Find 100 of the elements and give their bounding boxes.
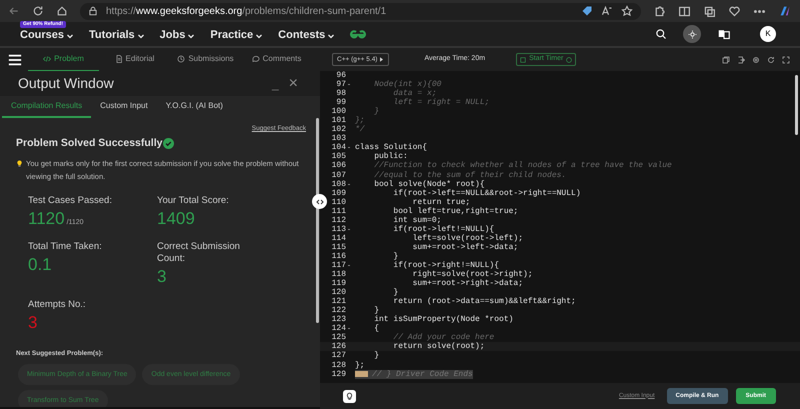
output-tab[interactable]: Compilation Results	[2, 96, 92, 118]
code-line: // Add your code here	[392, 333, 494, 342]
split-screen-icon[interactable]	[678, 4, 691, 18]
stat-label: Your Total Score:	[157, 194, 230, 206]
stat-value: 0.1	[28, 254, 52, 276]
code-line: class Solution{	[355, 143, 428, 152]
menu-icon[interactable]	[8, 52, 22, 66]
settings-icon[interactable]	[752, 56, 760, 64]
code-line: sum+=root->right->data;	[412, 279, 524, 288]
clock-icon	[177, 55, 186, 63]
line-number: 120	[330, 288, 346, 298]
fold-marker[interactable]	[348, 228, 350, 230]
line-number: 98	[335, 89, 346, 98]
caret-icon	[327, 32, 336, 40]
check-circle-icon	[163, 138, 174, 150]
line-number: 124	[330, 324, 346, 334]
extensions-icon[interactable]	[653, 4, 666, 18]
lock-icon[interactable]	[88, 6, 98, 16]
stat-value: 3	[157, 266, 166, 288]
output-tab[interactable]: Y.O.G.I. (AI Bot)	[156, 96, 232, 118]
code-line: public:	[373, 152, 408, 162]
line-number: 106	[330, 161, 346, 171]
line-number: 97	[335, 80, 346, 90]
code-line: {	[373, 324, 380, 334]
code-line: int isSumProperty(Node *root)	[373, 315, 514, 324]
close-button[interactable]: ×	[288, 76, 298, 92]
home-icon[interactable]	[56, 5, 68, 17]
reset-icon[interactable]	[767, 56, 775, 64]
sun-icon	[688, 30, 696, 38]
line-number: 105	[330, 152, 346, 162]
nav-menu[interactable]: Jobs	[160, 27, 196, 44]
line-number: 117	[330, 260, 346, 270]
fullscreen-icon[interactable]	[782, 56, 790, 64]
search-icon[interactable]	[655, 28, 667, 40]
code-line: data = x;	[392, 89, 437, 98]
code-line: return solve(root);	[392, 342, 485, 352]
arrows-icon	[316, 198, 324, 206]
problem-tab[interactable]: Submissions	[170, 48, 241, 71]
code-line: return true;	[412, 198, 470, 207]
code-line: bool solve(Node* root){	[373, 180, 485, 189]
line-number: 103	[330, 134, 346, 144]
code-line: //Function to check whether all nodes of a tree have the value	[373, 161, 672, 171]
line-number: 126	[330, 342, 346, 352]
line-number: 107	[330, 170, 346, 180]
code-line: // } Driver Code Ends	[372, 370, 473, 379]
scrollbar-thumb[interactable]	[795, 75, 798, 135]
theme-toggle[interactable]	[683, 25, 701, 43]
code-line: Node(int x){00	[373, 80, 442, 90]
nav-menu[interactable]: Courses	[20, 27, 74, 44]
line-number: 122	[330, 306, 346, 316]
lightbulb-icon	[345, 392, 354, 400]
stat-label: Test Cases Passed:	[28, 194, 113, 206]
collections-icon[interactable]	[703, 4, 716, 18]
square-icon	[520, 56, 526, 62]
line-number: 102	[330, 125, 346, 134]
code-line: };	[355, 360, 365, 370]
code-line: int sum=0;	[392, 216, 442, 225]
line-number: 108	[330, 180, 346, 189]
nav-menu[interactable]: Contests	[278, 27, 336, 44]
back-icon[interactable]	[8, 5, 20, 17]
fold-marker[interactable]	[348, 84, 350, 86]
export-icon[interactable]	[737, 56, 745, 64]
output-tab[interactable]: Custom Input	[91, 96, 157, 118]
code-line: left = right = NULL;	[392, 98, 490, 108]
line-number: 125	[330, 333, 346, 342]
fold-marker[interactable]	[348, 264, 350, 266]
favorite-icon[interactable]	[621, 5, 633, 17]
avatar[interactable]: K	[760, 26, 776, 42]
fold-widget[interactable]	[355, 371, 368, 378]
line-number: 121	[330, 297, 346, 306]
copy-icon[interactable]	[722, 56, 730, 64]
line-number: 100	[330, 107, 346, 116]
line-number: 104	[330, 143, 346, 152]
code-line: if(root->left==NULL&&root->right==NULL)	[392, 188, 581, 198]
minimize-button[interactable]: _	[272, 78, 279, 90]
code-line: sum+=root->left->data;	[412, 242, 518, 252]
line-number: 129	[330, 370, 346, 379]
line-number: 114	[330, 234, 346, 243]
line-number: 96	[335, 71, 346, 80]
problem-tab[interactable]: Comments	[241, 48, 312, 71]
stat-label: Total Time Taken:	[28, 240, 103, 252]
stat-value: 1120	[28, 208, 65, 230]
refresh-icon[interactable]	[32, 5, 44, 17]
hint-button[interactable]	[343, 390, 356, 402]
code-line: */	[355, 125, 365, 134]
caret-icon	[379, 57, 384, 62]
nav-menu[interactable]: Tutorials	[89, 27, 145, 44]
stat-value: 3	[28, 312, 38, 334]
code-line: right=solve(root->right);	[412, 270, 533, 280]
code-editor[interactable]	[320, 71, 800, 383]
nav-menu[interactable]: Practice	[210, 27, 264, 44]
problem-tab[interactable]: Editorial	[99, 48, 170, 71]
scrollbar-thumb[interactable]	[316, 118, 319, 323]
line-number: 119	[330, 279, 346, 288]
caret-icon	[66, 32, 74, 40]
stat-value: 1409	[157, 208, 195, 230]
line-number: 99	[335, 98, 346, 108]
tag-icon[interactable]	[581, 5, 593, 17]
stat-label: Attempts No.:	[28, 298, 87, 310]
line-number: 110	[330, 198, 346, 207]
